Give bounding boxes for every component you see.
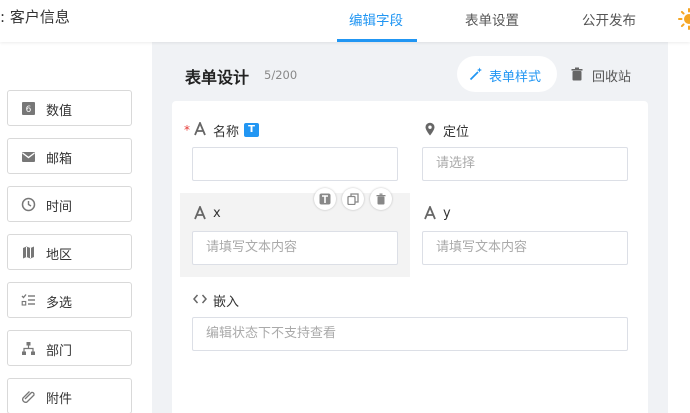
trash-icon <box>571 67 583 81</box>
delete-field-button[interactable] <box>370 188 392 210</box>
checklist-icon <box>21 294 35 306</box>
title-field-badge: T <box>244 123 259 137</box>
svg-text:6: 6 <box>26 105 32 115</box>
form-canvas: * 名称 T 定位 请选择 x 请填写文本内容 y 请填写文本内容 嵌入 编辑状… <box>172 101 648 413</box>
number-icon: 6 <box>22 102 35 115</box>
field-label: 名称 <box>213 125 240 140</box>
palette-item-email[interactable]: 邮箱 <box>7 138 132 174</box>
palette-item-department[interactable]: 部门 <box>7 330 132 366</box>
field-embed[interactable]: 嵌入 编辑状态下不支持查看 <box>180 281 640 365</box>
palette-item-label: 数值 <box>46 104 73 119</box>
sun-icon[interactable] <box>678 8 690 30</box>
palette-item-label: 邮箱 <box>46 152 73 167</box>
text-type-icon <box>424 206 436 220</box>
palette-item-number[interactable]: 6 数值 <box>7 90 132 126</box>
field-x[interactable]: x 请填写文本内容 <box>180 188 410 277</box>
mail-icon <box>22 152 35 162</box>
field-label: x <box>213 206 221 221</box>
palette-item-label: 时间 <box>46 200 73 215</box>
map-icon <box>23 246 34 259</box>
required-marker: * <box>184 123 190 137</box>
form-design-title: 表单设计 <box>185 68 250 87</box>
text-type-icon <box>194 122 206 136</box>
magic-wand-icon <box>469 67 482 81</box>
form-style-button[interactable]: 表单样式 <box>457 56 557 92</box>
app-title: : 客户信息 <box>0 8 70 26</box>
field-label: y <box>443 206 451 221</box>
x-input[interactable]: 请填写文本内容 <box>192 231 398 265</box>
tab-edit-fields[interactable]: 编辑字段 <box>349 9 403 29</box>
location-select[interactable]: 请选择 <box>422 147 628 181</box>
org-tree-icon <box>22 342 35 355</box>
property-panel <box>668 42 690 413</box>
palette-item-time[interactable]: 时间 <box>7 186 132 222</box>
tab-public-publish[interactable]: 公开发布 <box>582 9 636 29</box>
palette-item-label: 附件 <box>46 392 73 407</box>
location-pin-icon <box>425 122 435 136</box>
set-title-field-button[interactable] <box>314 188 336 210</box>
code-icon <box>193 294 207 304</box>
text-type-icon <box>194 206 206 220</box>
palette-item-attachment[interactable]: 附件 <box>7 378 132 413</box>
copy-icon <box>347 193 359 205</box>
palette-item-label: 部门 <box>46 344 73 359</box>
clock-icon <box>21 197 36 212</box>
field-name[interactable]: * 名称 T <box>180 111 410 191</box>
field-y[interactable]: y 请填写文本内容 <box>410 193 640 277</box>
palette-item-label: 地区 <box>46 248 73 263</box>
trash-icon <box>376 193 386 205</box>
field-label: 嵌入 <box>213 295 240 310</box>
palette-item-region[interactable]: 地区 <box>7 234 132 270</box>
embed-preview: 编辑状态下不支持查看 <box>192 317 628 351</box>
palette-item-multiselect[interactable]: 多选 <box>7 282 132 318</box>
field-label: 定位 <box>443 125 470 140</box>
active-tab-indicator <box>337 39 417 42</box>
name-input[interactable] <box>192 147 398 181</box>
form-style-label: 表单样式 <box>489 70 542 85</box>
recycle-bin-label: 回收站 <box>592 70 632 85</box>
y-input[interactable]: 请填写文本内容 <box>422 231 628 265</box>
form-designer: 表单设计 5/200 表单样式 回收站 * 名称 T 定位 请选择 x 请填写文… <box>152 42 668 413</box>
duplicate-field-button[interactable] <box>342 188 364 210</box>
top-bar: : 客户信息 编辑字段 表单设置 公开发布 <box>0 0 690 42</box>
field-count: 5/200 <box>264 68 298 82</box>
palette-item-label: 多选 <box>46 296 73 311</box>
tab-form-settings[interactable]: 表单设置 <box>465 9 519 29</box>
title-t-icon <box>319 193 331 205</box>
field-location[interactable]: 定位 请选择 <box>410 111 640 191</box>
field-palette: 6 数值 邮箱 时间 地区 多选 部门 附件 <box>0 42 152 413</box>
paperclip-icon <box>22 391 35 403</box>
